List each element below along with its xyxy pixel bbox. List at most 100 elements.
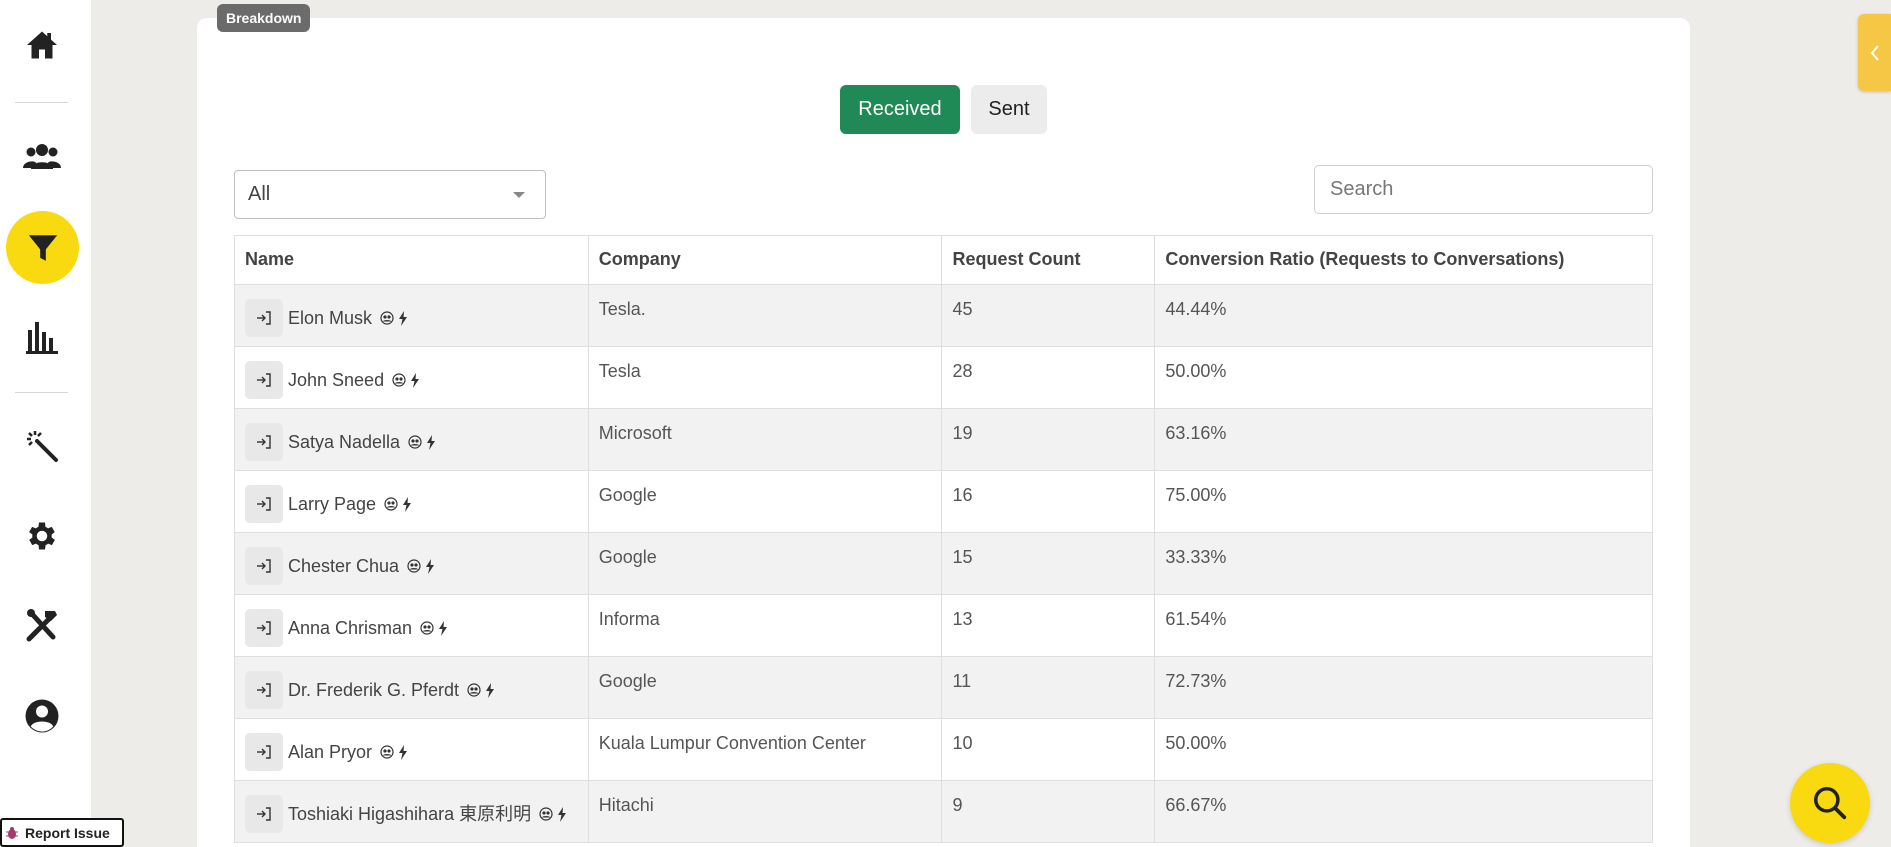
conversion-ratio-cell: 63.16% xyxy=(1154,408,1653,471)
enter-icon xyxy=(257,621,271,635)
company-cell: Kuala Lumpur Convention Center xyxy=(587,718,943,781)
company-cell: Microsoft xyxy=(587,408,943,471)
company-cell: Google xyxy=(587,532,943,595)
conversion-ratio-cell: 72.73% xyxy=(1154,656,1653,719)
company-cell: Informa xyxy=(587,594,943,657)
group-icon[interactable] xyxy=(407,559,421,573)
search-input[interactable] xyxy=(1314,165,1653,214)
sidebar-item-settings[interactable] xyxy=(0,506,84,566)
table-row[interactable]: Dr. Frederik G. Pferdt Google 11 72.73% xyxy=(234,656,1653,719)
name-cell: Chester Chua xyxy=(234,532,589,595)
enter-icon xyxy=(257,497,271,511)
column-header-name[interactable]: Name xyxy=(234,235,589,285)
name-cell: Anna Chrisman xyxy=(234,594,589,657)
open-contact-button[interactable] xyxy=(245,609,283,647)
name-cell: Toshiaki Higashihara 東原利明 xyxy=(234,780,589,843)
group-icon[interactable] xyxy=(392,373,406,387)
person-name: John Sneed xyxy=(288,370,385,390)
sidebar-item-home[interactable] xyxy=(0,15,84,75)
filter-select[interactable]: All xyxy=(234,170,546,219)
side-drawer-toggle[interactable] xyxy=(1858,14,1891,91)
request-count-cell: 28 xyxy=(941,346,1156,409)
name-cell: Larry Page xyxy=(234,470,589,533)
lightning-icon[interactable] xyxy=(438,620,448,636)
sidebar-item-profile[interactable] xyxy=(0,686,84,746)
group-icon[interactable] xyxy=(467,683,481,697)
lightning-icon[interactable] xyxy=(398,310,408,326)
enter-icon xyxy=(257,559,271,573)
funnel-icon xyxy=(28,234,57,261)
lightning-icon[interactable] xyxy=(410,372,420,388)
column-header-conversion-ratio[interactable]: Conversion Ratio (Requests to Conversati… xyxy=(1154,235,1653,285)
lightning-icon[interactable] xyxy=(398,744,408,760)
open-contact-button[interactable] xyxy=(245,733,283,771)
table-row[interactable]: Elon Musk Tesla. 45 44.44% xyxy=(234,284,1653,347)
enter-icon xyxy=(257,745,271,759)
company-cell: Tesla. xyxy=(587,284,943,347)
sidebar-item-funnel[interactable] xyxy=(6,211,79,284)
conversion-ratio-cell: 50.00% xyxy=(1154,346,1653,409)
person-name: Toshiaki Higashihara 東原利明 xyxy=(288,804,532,824)
group-icon[interactable] xyxy=(420,621,434,635)
table-row[interactable]: Larry Page Google 16 75.00% xyxy=(234,470,1653,533)
table-row[interactable]: Chester Chua Google 15 33.33% xyxy=(234,532,1653,595)
home-icon xyxy=(27,31,57,59)
group-icon[interactable] xyxy=(380,745,394,759)
bar-chart-icon xyxy=(26,322,58,354)
enter-icon xyxy=(257,373,271,387)
breakdown-table: Name Company Request Count Conversion Ra… xyxy=(234,235,1653,843)
user-circle-icon xyxy=(25,699,59,733)
name-cell: John Sneed xyxy=(234,346,589,409)
group-icon[interactable] xyxy=(539,807,553,821)
name-cell: Elon Musk xyxy=(234,284,589,347)
sent-toggle-button[interactable]: Sent xyxy=(971,85,1047,134)
lightning-icon[interactable] xyxy=(485,682,495,698)
group-icon[interactable] xyxy=(384,497,398,511)
request-count-cell: 10 xyxy=(941,718,1156,781)
active-indicator xyxy=(6,211,79,284)
tools-icon xyxy=(26,609,57,642)
name-cell: Dr. Frederik G. Pferdt xyxy=(234,656,589,719)
open-contact-button[interactable] xyxy=(245,485,283,523)
breakdown-badge: Breakdown xyxy=(217,4,311,32)
received-toggle-button[interactable]: Received xyxy=(840,85,960,134)
lightning-icon[interactable] xyxy=(402,496,412,512)
table-row[interactable]: John Sneed Tesla 28 50.00% xyxy=(234,346,1653,409)
company-cell: Google xyxy=(587,656,943,719)
group-icon[interactable] xyxy=(408,435,422,449)
lightning-icon[interactable] xyxy=(557,806,567,822)
open-contact-button[interactable] xyxy=(245,795,283,833)
sidebar-item-users[interactable] xyxy=(0,126,84,186)
open-contact-button[interactable] xyxy=(245,423,283,461)
name-cell: Alan Pryor xyxy=(234,718,589,781)
open-contact-button[interactable] xyxy=(245,547,283,585)
person-name: Satya Nadella xyxy=(288,432,401,452)
person-name: Elon Musk xyxy=(288,308,373,328)
person-name: Alan Pryor xyxy=(288,742,373,762)
company-cell: Google xyxy=(587,470,943,533)
sidebar-item-tools[interactable] xyxy=(0,596,84,656)
table-row[interactable]: Toshiaki Higashihara 東原利明 Hitachi 9 66.6… xyxy=(234,780,1653,843)
sidebar-item-analytics[interactable] xyxy=(0,307,84,367)
open-contact-button[interactable] xyxy=(245,361,283,399)
sidebar-item-magic[interactable] xyxy=(0,416,84,476)
conversion-ratio-cell: 44.44% xyxy=(1154,284,1653,347)
table-row[interactable]: Anna Chrisman Informa 13 61.54% xyxy=(234,594,1653,657)
column-header-request-count[interactable]: Request Count xyxy=(941,235,1156,285)
request-count-cell: 11 xyxy=(941,656,1156,719)
report-issue-button[interactable]: Report Issue xyxy=(0,818,124,847)
group-icon[interactable] xyxy=(380,311,394,325)
sidebar-divider xyxy=(15,392,68,393)
table-row[interactable]: Satya Nadella Microsoft 19 63.16% xyxy=(234,408,1653,471)
table-row[interactable]: Alan Pryor Kuala Lumpur Convention Cente… xyxy=(234,718,1653,781)
open-contact-button[interactable] xyxy=(245,671,283,709)
person-name: Larry Page xyxy=(288,494,377,514)
lightning-icon[interactable] xyxy=(426,434,436,450)
column-header-company[interactable]: Company xyxy=(587,235,943,285)
company-cell: Tesla xyxy=(587,346,943,409)
request-count-cell: 16 xyxy=(941,470,1156,533)
lightning-icon[interactable] xyxy=(425,558,435,574)
open-contact-button[interactable] xyxy=(245,299,283,337)
request-count-cell: 45 xyxy=(941,284,1156,347)
floating-search-button[interactable] xyxy=(1790,763,1870,843)
